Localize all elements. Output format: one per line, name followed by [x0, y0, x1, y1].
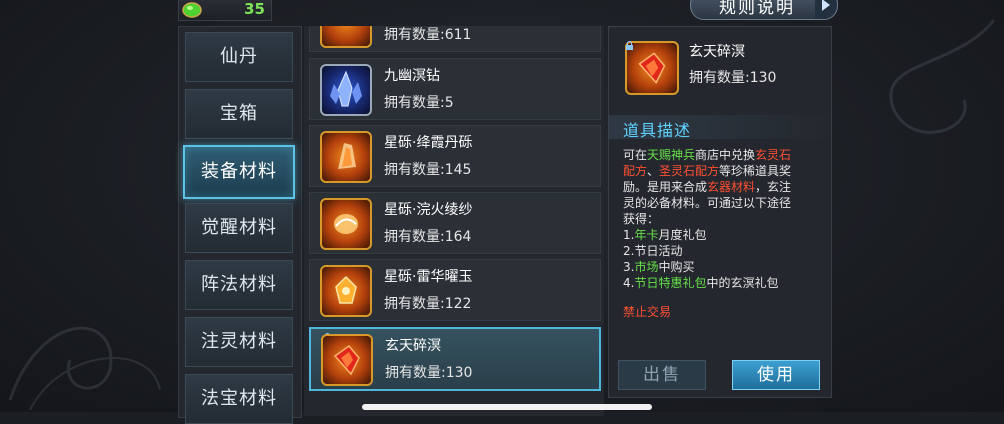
- desc-text: 励。是用来合成: [623, 180, 708, 194]
- desc-source: 年卡: [634, 228, 659, 242]
- desc-text: 可在: [623, 148, 648, 162]
- category-label: 宝箱: [220, 103, 258, 124]
- category-label: 仙丹: [220, 46, 258, 67]
- item-name: 星砾·浣火绫纱: [384, 202, 473, 218]
- list-item[interactable]: 星砾·绛霞丹砾 拥有数量:145: [309, 125, 601, 187]
- currency-display: 35: [178, 0, 272, 21]
- list-item[interactable]: 星砾·浣火绫纱 拥有数量:164: [309, 192, 601, 254]
- desc-text: 2.节日活动: [623, 244, 683, 258]
- item-name: 星砾·绛霞丹砾: [384, 135, 473, 151]
- ore-icon: [320, 26, 372, 48]
- item-description: 可在天赐神兵商店中兑换玄灵石 配方、圣灵石配方等珍稀道具奖 励。是用来合成玄器材…: [623, 147, 823, 291]
- category-tab-pills[interactable]: 仙丹: [185, 32, 293, 82]
- category-tab-infusion-materials[interactable]: 注灵材料: [185, 317, 293, 367]
- home-indicator[interactable]: [362, 404, 652, 410]
- category-label: 装备材料: [201, 161, 277, 182]
- desc-shop-name: 天赐神兵: [647, 148, 696, 162]
- desc-highlight: 玄器材料: [707, 180, 756, 194]
- lock-icon: [626, 41, 633, 50]
- rules-button-label: 规则说明: [719, 0, 795, 18]
- category-tab-formation-materials[interactable]: 阵法材料: [185, 260, 293, 310]
- category-label: 阵法材料: [201, 274, 277, 295]
- desc-highlight: 玄灵石: [755, 148, 792, 162]
- red-fragment-icon: [321, 334, 373, 386]
- list-item[interactable]: 拥有数量:611: [309, 26, 601, 52]
- item-quantity: 拥有数量:145: [384, 162, 472, 178]
- category-tab-chests[interactable]: 宝箱: [185, 89, 293, 139]
- item-name: 玄天碎溟: [385, 338, 441, 354]
- red-shard-icon: [320, 131, 372, 183]
- desc-text: 1.: [623, 228, 635, 242]
- decorative-swirl-right: [889, 19, 996, 134]
- detail-item-name: 玄天碎溟: [689, 44, 745, 60]
- item-quantity: 拥有数量:5: [384, 95, 454, 111]
- item-quantity: 拥有数量:122: [384, 296, 472, 312]
- sell-button[interactable]: 出售: [618, 360, 706, 390]
- desc-text: 中的玄溟礼包: [706, 276, 779, 290]
- desc-text: 4.: [623, 276, 635, 290]
- item-quantity: 拥有数量:164: [384, 229, 472, 245]
- list-item[interactable]: 九幽溟钻 拥有数量:5: [309, 58, 601, 120]
- blue-crystal-icon: [320, 64, 372, 116]
- category-tab-awakening-materials[interactable]: 觉醒材料: [185, 203, 293, 253]
- desc-text: 获得：: [623, 212, 660, 226]
- desc-highlight: 配方: [623, 164, 648, 178]
- currency-amount: 35: [244, 0, 265, 18]
- category-label: 法宝材料: [201, 388, 277, 409]
- green-gem-icon: [182, 2, 202, 18]
- desc-text: 等珍稀道具奖: [719, 164, 792, 178]
- category-tab-equipment-materials[interactable]: 装备材料: [183, 145, 295, 199]
- category-tab-artifact-materials[interactable]: 法宝材料: [185, 374, 293, 424]
- detail-item-quantity: 拥有数量:130: [689, 70, 777, 86]
- decorative-swirl: [8, 326, 161, 410]
- desc-source: 市场: [634, 260, 659, 274]
- item-list[interactable]: 拥有数量:611 九幽溟钻 拥有数量:5 星砾·绛霞丹砾 拥有数量:145 星砾…: [304, 26, 604, 416]
- use-button[interactable]: 使用: [732, 360, 820, 390]
- description-title: 道具描述: [623, 121, 692, 140]
- list-item[interactable]: 星砾·雷华曜玉 拥有数量:122: [309, 259, 601, 321]
- desc-text: ，玄注: [755, 180, 792, 194]
- desc-source: 节日特惠礼包: [634, 276, 707, 290]
- gold-jade-icon: [320, 265, 372, 317]
- item-detail-panel: 玄天碎溟 拥有数量:130 道具描述 可在天赐神兵商店中兑换玄灵石 配方、圣灵石…: [608, 26, 832, 398]
- item-name: 九幽溟钻: [384, 68, 440, 84]
- item-quantity: 拥有数量:611: [384, 27, 472, 43]
- desc-text: 中购买: [658, 260, 695, 274]
- desc-highlight: 圣灵石配方: [659, 164, 720, 178]
- item-quantity: 拥有数量:130: [385, 365, 473, 381]
- category-label: 注灵材料: [201, 331, 277, 352]
- fire-silk-icon: [320, 198, 372, 250]
- desc-text: 、: [647, 164, 660, 178]
- desc-text: 月度礼包: [658, 228, 707, 242]
- category-label: 觉醒材料: [201, 217, 277, 238]
- list-item-selected[interactable]: 玄天碎溟 拥有数量:130: [309, 327, 601, 391]
- desc-text: 3.: [623, 260, 635, 274]
- desc-text: 灵的必备材料。可通过以下途径: [623, 196, 792, 210]
- rules-button[interactable]: 规则说明: [690, 0, 838, 20]
- item-name: 星砾·雷华曜玉: [384, 269, 473, 285]
- trade-restriction-label: 禁止交易: [623, 305, 672, 319]
- category-sidebar: 仙丹 宝箱 装备材料 觉醒材料 阵法材料 注灵材料 法宝材料: [178, 26, 302, 424]
- desc-text: 商店中兑换: [695, 148, 756, 162]
